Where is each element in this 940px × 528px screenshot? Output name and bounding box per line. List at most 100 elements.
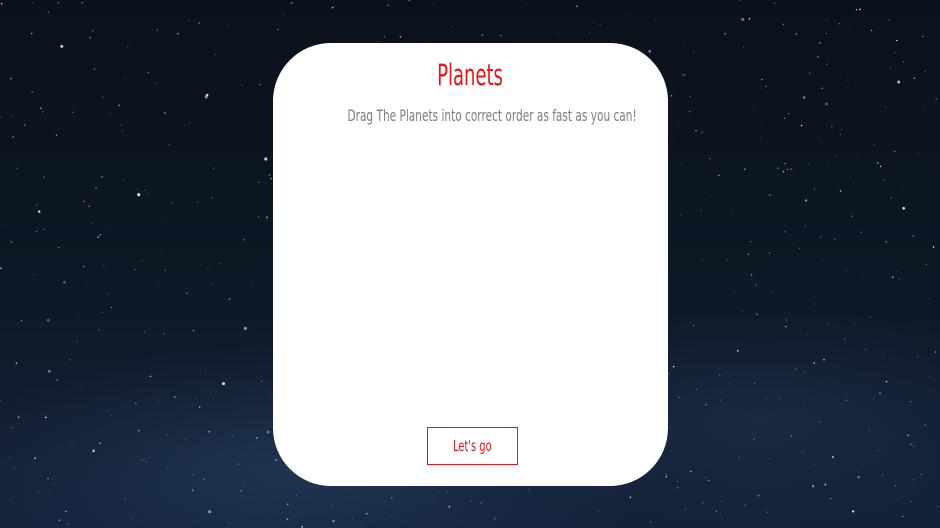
star bbox=[683, 74, 685, 76]
star bbox=[831, 126, 833, 128]
star bbox=[826, 322, 828, 324]
star bbox=[470, 501, 472, 502]
star bbox=[879, 165, 882, 168]
star bbox=[493, 516, 495, 518]
star bbox=[63, 281, 66, 284]
star bbox=[682, 41, 684, 43]
star bbox=[9, 439, 11, 441]
star bbox=[228, 522, 230, 524]
star bbox=[156, 29, 159, 31]
star bbox=[221, 382, 226, 386]
star bbox=[689, 111, 691, 113]
star bbox=[332, 519, 335, 523]
star bbox=[352, 518, 353, 520]
star bbox=[729, 383, 730, 385]
star bbox=[166, 466, 168, 468]
star bbox=[137, 188, 139, 189]
star bbox=[290, 2, 293, 4]
star bbox=[333, 5, 335, 8]
star bbox=[834, 238, 836, 240]
star bbox=[845, 270, 847, 272]
star bbox=[700, 209, 702, 211]
star bbox=[105, 430, 107, 432]
star bbox=[46, 52, 47, 54]
star bbox=[772, 291, 774, 293]
star bbox=[93, 68, 96, 70]
star bbox=[576, 5, 578, 7]
game-title: Planets bbox=[437, 58, 504, 92]
star bbox=[481, 34, 483, 36]
star bbox=[122, 130, 124, 131]
star bbox=[768, 458, 770, 460]
star bbox=[184, 438, 186, 440]
star bbox=[855, 9, 858, 11]
star bbox=[830, 498, 832, 500]
star bbox=[885, 241, 888, 243]
star bbox=[910, 501, 912, 503]
star bbox=[69, 359, 71, 361]
star bbox=[765, 85, 767, 87]
star bbox=[58, 246, 60, 249]
star bbox=[808, 163, 810, 165]
start-game-button[interactable]: Let's go bbox=[427, 427, 518, 465]
star bbox=[124, 498, 126, 500]
star bbox=[670, 95, 673, 97]
star bbox=[754, 382, 756, 384]
star bbox=[812, 464, 814, 466]
star bbox=[277, 28, 279, 31]
star bbox=[756, 313, 758, 315]
star bbox=[885, 106, 886, 107]
star bbox=[148, 445, 150, 447]
star bbox=[34, 457, 36, 459]
star bbox=[47, 11, 49, 13]
star bbox=[210, 265, 212, 266]
star bbox=[824, 483, 827, 486]
star bbox=[256, 437, 258, 439]
star bbox=[480, 502, 483, 504]
star bbox=[890, 196, 892, 199]
star bbox=[751, 274, 753, 276]
star bbox=[81, 1, 83, 4]
star bbox=[869, 430, 871, 432]
star bbox=[795, 33, 798, 35]
star bbox=[95, 187, 97, 189]
star bbox=[243, 239, 245, 240]
star bbox=[896, 39, 898, 42]
star bbox=[226, 24, 228, 26]
star bbox=[275, 459, 277, 461]
star bbox=[83, 200, 85, 202]
star bbox=[937, 506, 939, 508]
star bbox=[897, 80, 901, 84]
star bbox=[138, 430, 140, 432]
star bbox=[696, 388, 698, 390]
star bbox=[878, 449, 880, 451]
star bbox=[918, 153, 920, 154]
star bbox=[286, 503, 289, 505]
star bbox=[56, 379, 58, 381]
star bbox=[360, 525, 362, 527]
star bbox=[912, 235, 914, 237]
star bbox=[431, 495, 433, 497]
star bbox=[883, 179, 885, 181]
star bbox=[805, 199, 808, 202]
star bbox=[912, 479, 914, 481]
star bbox=[847, 86, 849, 87]
star bbox=[704, 192, 706, 194]
game-card: Planets Drag The Planets into correct or… bbox=[273, 43, 668, 486]
star bbox=[145, 461, 148, 463]
star bbox=[682, 73, 684, 76]
star bbox=[786, 319, 788, 321]
star bbox=[831, 455, 834, 459]
star bbox=[804, 225, 806, 227]
star bbox=[46, 318, 50, 322]
star bbox=[214, 53, 216, 55]
start-game-button-label: Let's go bbox=[453, 437, 492, 455]
star bbox=[921, 474, 923, 476]
star bbox=[241, 84, 243, 86]
star bbox=[734, 291, 736, 293]
star bbox=[910, 443, 912, 446]
star bbox=[739, 0, 741, 1]
star bbox=[107, 293, 109, 295]
star bbox=[0, 2, 3, 5]
star bbox=[862, 278, 864, 280]
